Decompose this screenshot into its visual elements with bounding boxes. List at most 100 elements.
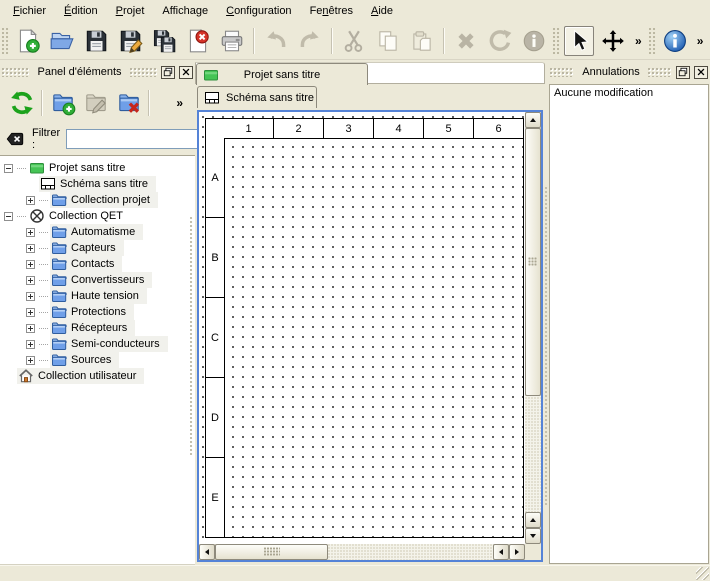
tree-branch-line: [17, 216, 26, 217]
tree-branch-line: [39, 280, 48, 281]
expand-icon[interactable]: [26, 244, 35, 253]
delete-button[interactable]: [449, 24, 483, 58]
undo-button[interactable]: [259, 24, 293, 58]
scroll-up-button[interactable]: [525, 112, 541, 128]
frame-row-headers: ABCDE: [205, 138, 225, 538]
move-scene-button[interactable]: [596, 24, 630, 58]
scroll-up-button-2[interactable]: [525, 512, 541, 528]
tree-item-schema-sans-titre[interactable]: Schéma sans titre: [0, 176, 195, 192]
dock-title-texture: [130, 68, 157, 77]
expand-icon[interactable]: [26, 340, 35, 349]
folder-icon: [51, 320, 67, 336]
toolbar-overflow-button[interactable]: »: [176, 96, 183, 110]
menu-fenetres[interactable]: Fenêtres: [301, 2, 362, 20]
delete-category-button[interactable]: [112, 87, 145, 120]
tree-item-contacts[interactable]: Contacts: [0, 256, 195, 272]
cut-button[interactable]: [337, 24, 371, 58]
undo-dock-titlebar[interactable]: Annulations: [550, 62, 708, 82]
filter-input[interactable]: [66, 129, 216, 149]
tree-item-collection-utilisateur[interactable]: Collection utilisateur: [0, 368, 195, 384]
toolbar-drag-handle[interactable]: [553, 28, 560, 54]
menu-edition[interactable]: Édition: [55, 2, 107, 20]
print-icon: [219, 28, 245, 54]
tree-item-projet-sans-titre[interactable]: Projet sans titre: [0, 160, 195, 176]
tree-item-haute-tension[interactable]: Haute tension: [0, 288, 195, 304]
open-project-button[interactable]: [45, 24, 79, 58]
tree-item-semi-conducteurs[interactable]: Semi-conducteurs: [0, 336, 195, 352]
vertical-scroll-thumb[interactable]: [525, 128, 541, 396]
clear-filter-button[interactable]: [4, 129, 26, 149]
home-icon: [18, 368, 34, 384]
expand-icon[interactable]: [26, 308, 35, 317]
menu-fichier[interactable]: Fichier: [4, 2, 55, 20]
save-button[interactable]: [79, 24, 113, 58]
scroll-right-button[interactable]: [509, 544, 525, 560]
scroll-down-button[interactable]: [525, 528, 541, 544]
scroll-left-button[interactable]: [199, 544, 215, 560]
expand-icon[interactable]: [26, 276, 35, 285]
save-all-button[interactable]: [147, 24, 181, 58]
tree-item-protections[interactable]: Protections: [0, 304, 195, 320]
copy-button[interactable]: [371, 24, 405, 58]
expand-icon[interactable]: [26, 292, 35, 301]
expand-icon[interactable]: [26, 196, 35, 205]
expand-icon[interactable]: [26, 228, 35, 237]
toolbar-drag-handle[interactable]: [2, 28, 9, 54]
tree-item-capteurs[interactable]: Capteurs: [0, 240, 195, 256]
horizontal-scroll-thumb[interactable]: [215, 544, 328, 560]
undo-dock: Annulations Aucune modification: [548, 60, 710, 565]
reload-collections-button[interactable]: [5, 87, 38, 120]
save-as-button[interactable]: [113, 24, 147, 58]
undo-history-list[interactable]: Aucune modification: [549, 84, 709, 564]
float-dock-button[interactable]: [676, 66, 690, 79]
expand-icon[interactable]: [26, 260, 35, 269]
tree-item-collection-qet[interactable]: Collection QET: [0, 208, 195, 224]
paste-button[interactable]: [405, 24, 439, 58]
tree-item-recepteurs[interactable]: Récepteurs: [0, 320, 195, 336]
close-file-button[interactable]: [181, 24, 215, 58]
tree-item-automatisme[interactable]: Automatisme: [0, 224, 195, 240]
menu-projet[interactable]: Projet: [107, 2, 154, 20]
tree-item-convertisseurs[interactable]: Convertisseurs: [0, 272, 195, 288]
print-button[interactable]: [215, 24, 249, 58]
float-dock-button[interactable]: [161, 66, 175, 79]
vertical-scroll-track[interactable]: [525, 396, 541, 512]
dock-title-texture: [550, 68, 574, 77]
resize-grip[interactable]: [696, 567, 709, 580]
close-dock-button[interactable]: [694, 66, 708, 79]
collapse-icon[interactable]: [4, 212, 13, 221]
grid-column-label: 1: [224, 118, 274, 139]
tree-item-collection-projet[interactable]: Collection projet: [0, 192, 195, 208]
menu-aide[interactable]: Aide: [362, 2, 402, 20]
folder-icon: [51, 304, 67, 320]
element-info-button[interactable]: [517, 24, 551, 58]
elements-panel-titlebar[interactable]: Panel d'éléments: [2, 62, 193, 82]
horizontal-scroll-track[interactable]: [328, 544, 493, 560]
grid-row-label: D: [205, 378, 225, 458]
select-arrow-button[interactable]: [564, 26, 594, 56]
rotate-button[interactable]: [483, 24, 517, 58]
menu-affichage[interactable]: Affichage: [153, 2, 217, 20]
toolbar-overflow-button[interactable]: »: [630, 34, 647, 48]
tree-item-sources[interactable]: Sources: [0, 352, 195, 368]
redo-button[interactable]: [293, 24, 327, 58]
close-dock-icon: [181, 67, 191, 77]
close-dock-button[interactable]: [179, 66, 193, 79]
frame-drawing-area[interactable]: [224, 138, 524, 538]
collapse-icon[interactable]: [4, 164, 13, 173]
expand-icon[interactable]: [26, 324, 35, 333]
save-icon: [83, 28, 109, 54]
schema-canvas[interactable]: 123456 ABCDE: [199, 112, 525, 544]
about-qet-button[interactable]: [658, 24, 692, 58]
tab-schema-sans-titre[interactable]: Schéma sans titre: [197, 86, 317, 108]
new-document-button[interactable]: [11, 24, 45, 58]
menu-configuration[interactable]: Configuration: [217, 2, 300, 20]
toolbar-drag-handle[interactable]: [649, 28, 656, 54]
edit-category-button[interactable]: [79, 87, 112, 120]
schema-tab-label: Schéma sans titre: [226, 92, 314, 104]
new-category-button[interactable]: [46, 87, 79, 120]
expand-icon[interactable]: [26, 356, 35, 365]
tab-project-sans-titre[interactable]: Projet sans titre: [196, 63, 368, 85]
scroll-left-button-2[interactable]: [493, 544, 509, 560]
toolbar-overflow-button[interactable]: »: [692, 34, 709, 48]
